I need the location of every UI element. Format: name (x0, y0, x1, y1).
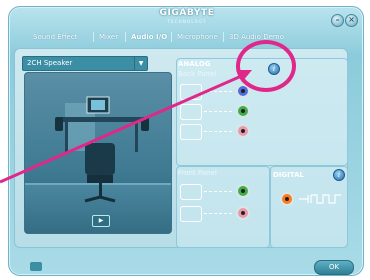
pointer-arrow-icon (0, 70, 252, 184)
